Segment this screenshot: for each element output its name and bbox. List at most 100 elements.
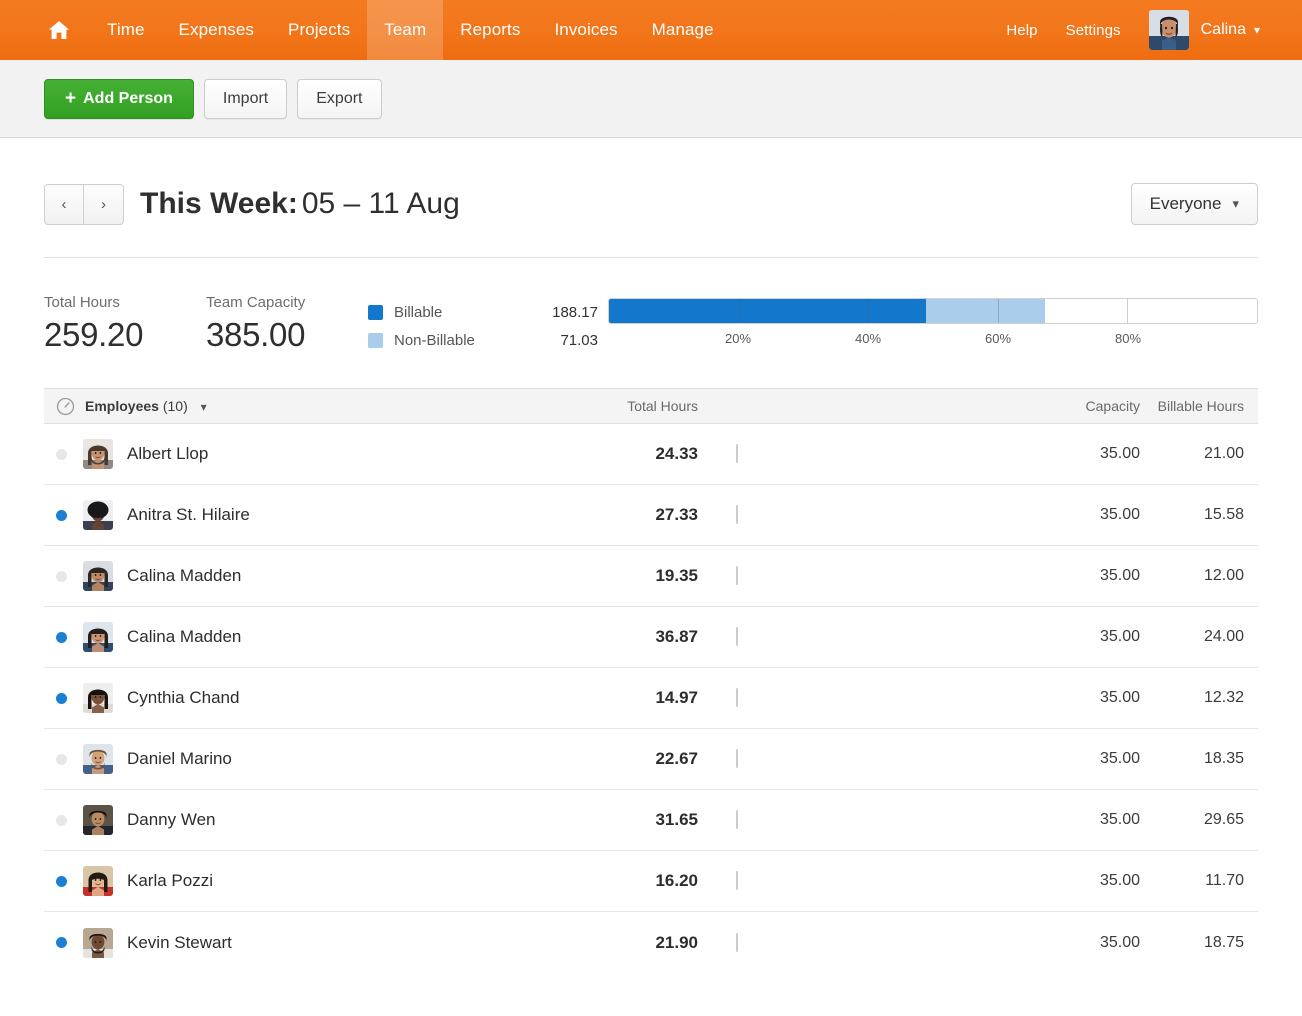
avatar-daniel [83, 744, 113, 774]
plus-icon: + [65, 88, 76, 110]
employee-capacity: 35.00 [1054, 872, 1140, 890]
avatar-calina-2 [83, 622, 113, 652]
status-badge [56, 632, 67, 643]
employee-capacity-bar [736, 933, 738, 952]
nav-item-team[interactable]: Team [367, 0, 443, 60]
column-header-total-hours[interactable]: Total Hours [428, 398, 698, 414]
employees-group-count: (10) [163, 398, 188, 414]
nav-item-projects[interactable]: Projects [271, 0, 367, 60]
employee-total-hours: 22.67 [468, 749, 698, 769]
legend-nonbillable-value: 71.03 [560, 332, 598, 349]
team-capacity-label: Team Capacity [206, 294, 368, 311]
action-toolbar: + Add Person Import Export [0, 60, 1302, 138]
summary-section: Total Hours 259.20 Team Capacity 385.00 … [44, 258, 1258, 388]
status-badge [56, 876, 67, 887]
legend-item-billable: Billable 188.17 [368, 298, 598, 326]
employee-billable-hours: 18.75 [1140, 934, 1244, 952]
week-stepper: ‹ › [44, 184, 124, 225]
employee-billable-hours: 29.65 [1140, 811, 1244, 829]
employee-capacity-bar [736, 688, 738, 707]
week-navigation: ‹ › This Week:05 – 11 Aug Everyone ▾ [44, 138, 1258, 258]
add-person-label: Add Person [83, 90, 173, 108]
status-badge [56, 510, 67, 521]
employee-name: Albert Llop [127, 444, 208, 464]
employee-capacity-bar-cell [698, 506, 1054, 524]
employee-capacity: 35.00 [1054, 689, 1140, 707]
employee-total-hours: 14.97 [468, 688, 698, 708]
avatar [83, 439, 113, 469]
capacity-gridline-60 [998, 299, 999, 323]
capacity-tick-label: 60% [985, 331, 1011, 346]
capacity-tick-label: 20% [725, 331, 751, 346]
capacity-billable-fill [609, 299, 926, 323]
chevron-down-icon: ▾ [201, 400, 207, 414]
chart-legend: Billable 188.17 Non-Billable 71.03 [368, 294, 598, 354]
table-row[interactable]: Calina Madden 36.87 35.00 24.00 [44, 607, 1258, 668]
legend-nonbillable-label: Non-Billable [394, 332, 475, 349]
employee-capacity: 35.00 [1054, 567, 1140, 585]
employee-billable-hours: 12.32 [1140, 689, 1244, 707]
employee-capacity-bar-cell [698, 445, 1054, 463]
import-button[interactable]: Import [204, 79, 287, 119]
employee-billable-hours: 18.35 [1140, 750, 1244, 768]
people-filter-dropdown[interactable]: Everyone ▾ [1131, 183, 1258, 225]
capacity-progress-bar [608, 298, 1258, 324]
employee-capacity-bar [736, 749, 738, 768]
previous-week-button[interactable]: ‹ [44, 184, 84, 225]
column-header-capacity[interactable]: Capacity [1054, 398, 1140, 414]
table-row[interactable]: Danny Wen 31.65 35.00 29.65 [44, 790, 1258, 851]
legend-billable-label: Billable [394, 304, 442, 321]
avatar-calina-image [1149, 10, 1189, 50]
employee-billable-hours: 12.00 [1140, 567, 1244, 585]
employees-group-toggle[interactable]: Employees (10) ▾ [85, 398, 207, 414]
sidebar-item-home[interactable] [0, 0, 90, 60]
employee-total-hours: 24.33 [468, 444, 698, 464]
nav-item-time[interactable]: Time [90, 0, 162, 60]
add-person-button[interactable]: + Add Person [44, 79, 194, 119]
nav-item-help[interactable]: Help [992, 22, 1051, 39]
user-menu[interactable]: Calina ▾ [1149, 10, 1260, 50]
employee-total-hours: 21.90 [468, 933, 698, 953]
employee-total-hours: 19.35 [468, 566, 698, 586]
employee-capacity: 35.00 [1054, 506, 1140, 524]
avatar [1149, 10, 1189, 50]
avatar [83, 805, 113, 835]
table-row[interactable]: Albert Llop 24.33 35.00 21.00 [44, 424, 1258, 485]
team-capacity-value: 385.00 [206, 316, 368, 354]
table-row[interactable]: Cynthia Chand 14.97 35.00 12.32 [44, 668, 1258, 729]
table-row[interactable]: Karla Pozzi 16.20 35.00 11.70 [44, 851, 1258, 912]
table-row[interactable]: Anitra St. Hilaire 27.33 35.00 15.58 [44, 485, 1258, 546]
table-row[interactable]: Calina Madden 19.35 35.00 12.00 [44, 546, 1258, 607]
next-week-button[interactable]: › [84, 184, 124, 225]
employee-billable-hours: 21.00 [1140, 445, 1244, 463]
employee-capacity: 35.00 [1054, 628, 1140, 646]
chevron-down-icon: ▾ [1254, 24, 1260, 36]
column-header-billable-hours[interactable]: Billable Hours [1140, 398, 1244, 414]
capacity-gridline-20 [739, 299, 740, 323]
status-badge [56, 815, 67, 826]
status-badge [56, 754, 67, 765]
capacity-gridline-80 [1127, 299, 1128, 323]
employee-total-hours: 36.87 [468, 627, 698, 647]
employee-name: Daniel Marino [127, 749, 232, 769]
employee-name: Anitra St. Hilaire [127, 505, 250, 525]
table-row[interactable]: Daniel Marino 22.67 35.00 18.35 [44, 729, 1258, 790]
team-capacity-chart: 20%40%60%80% [608, 294, 1258, 353]
capacity-tick-label: 40% [855, 331, 881, 346]
nav-item-settings[interactable]: Settings [1052, 22, 1135, 39]
nav-item-manage[interactable]: Manage [635, 0, 731, 60]
nav-item-reports[interactable]: Reports [443, 0, 537, 60]
employee-name: Calina Madden [127, 627, 241, 647]
employee-capacity: 35.00 [1054, 934, 1140, 952]
table-row[interactable]: Kevin Stewart 21.90 35.00 18.75 [44, 912, 1258, 973]
chevron-down-icon: ▾ [1232, 196, 1239, 212]
status-badge [56, 571, 67, 582]
nav-item-expenses[interactable]: Expenses [162, 0, 271, 60]
status-badge [56, 449, 67, 460]
nonbillable-swatch-icon [368, 333, 383, 348]
nav-item-invoices[interactable]: Invoices [537, 0, 634, 60]
export-button[interactable]: Export [297, 79, 381, 119]
employee-capacity: 35.00 [1054, 445, 1140, 463]
week-title-label: This Week: [140, 187, 298, 220]
week-date-range: 05 – 11 Aug [302, 187, 460, 220]
